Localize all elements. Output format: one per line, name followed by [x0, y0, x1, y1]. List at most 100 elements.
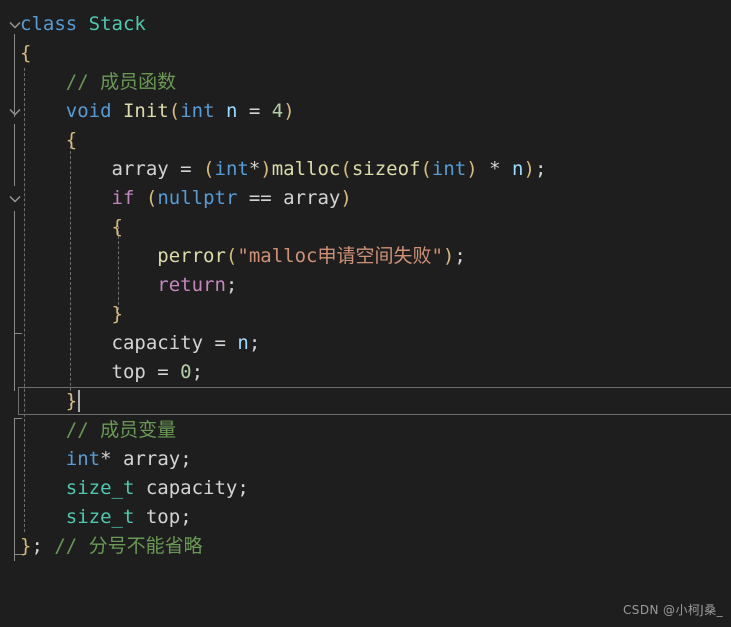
token-punc	[20, 390, 66, 412]
code-line[interactable]: array = (int*)malloc(sizeof(int) * n);	[0, 155, 731, 184]
token-punc: =	[203, 332, 238, 354]
token-kw: nullptr	[157, 187, 238, 209]
token-str: "malloc申请空间失败"	[237, 245, 443, 267]
token-punc	[20, 100, 66, 122]
token-punc	[20, 245, 157, 267]
token-punc	[20, 477, 66, 499]
token-punc	[134, 477, 145, 499]
code-line[interactable]: int* array;	[0, 445, 731, 474]
token-kw: class	[20, 13, 78, 35]
token-punc	[20, 506, 66, 528]
token-fn: sizeof	[351, 158, 421, 180]
token-punc: *	[100, 448, 112, 470]
code-line[interactable]: top = 0;	[0, 358, 731, 387]
code-line[interactable]: }	[0, 300, 731, 329]
token-brace: )	[523, 158, 535, 180]
code-line[interactable]: if (nullptr == array)	[0, 184, 731, 213]
token-type: Stack	[88, 13, 146, 35]
token-num: 0	[180, 361, 192, 383]
token-kw: int	[180, 100, 215, 122]
token-ctrl: return	[157, 274, 226, 296]
code-line-text: }; // 分号不能省略	[20, 532, 203, 561]
token-brace: (	[203, 158, 215, 180]
token-punc	[134, 506, 145, 528]
token-var: array	[123, 448, 181, 470]
token-punc	[112, 448, 123, 470]
token-brace: (	[145, 187, 158, 209]
code-line[interactable]: {	[0, 126, 731, 155]
code-line-text: size_t capacity;	[20, 474, 249, 503]
token-cmt: // 成员函数	[20, 71, 177, 93]
code-line-text: {	[20, 39, 31, 68]
token-punc: ;	[191, 361, 204, 383]
code-content[interactable]: class Stack{ // 成员函数 void Init(int n = 4…	[0, 10, 731, 561]
code-line[interactable]: return;	[0, 271, 731, 300]
token-fn: perror	[157, 245, 226, 267]
code-line[interactable]: perror("malloc申请空间失败");	[0, 242, 731, 271]
token-punc	[20, 332, 112, 354]
code-line[interactable]: class Stack	[0, 10, 731, 39]
code-line-text: perror("malloc申请空间失败");	[20, 242, 466, 271]
current-line-highlight	[18, 387, 731, 415]
token-punc: ;	[534, 158, 547, 180]
token-punc	[215, 100, 226, 122]
text-caret	[78, 390, 80, 412]
token-punc: ;	[454, 245, 466, 267]
code-line[interactable]: {	[0, 213, 731, 242]
token-brace: )	[340, 187, 352, 209]
token-param: n	[512, 158, 524, 180]
token-punc	[112, 100, 123, 122]
token-ctrl: if	[111, 187, 135, 209]
code-line-text: }	[20, 300, 123, 329]
token-var: top	[111, 361, 146, 383]
code-line[interactable]: }	[0, 387, 731, 416]
code-line[interactable]: {	[0, 39, 731, 68]
token-brace: )	[260, 158, 272, 180]
code-line[interactable]: // 成员函数	[0, 68, 731, 97]
code-line-text: capacity = n;	[20, 329, 261, 358]
code-line[interactable]: size_t capacity;	[0, 474, 731, 503]
token-punc	[20, 158, 112, 180]
token-brace: )	[442, 245, 455, 267]
code-line-text: class Stack	[20, 10, 146, 39]
code-line[interactable]: }; // 分号不能省略	[0, 532, 731, 561]
token-brace: )	[466, 158, 478, 180]
code-line-text: if (nullptr == array)	[20, 184, 352, 213]
code-line[interactable]: capacity = n;	[0, 329, 731, 358]
token-punc: =	[237, 100, 272, 122]
token-punc: ;	[180, 448, 192, 470]
token-punc	[20, 216, 112, 238]
code-line[interactable]: // 成员变量	[0, 416, 731, 445]
code-editor[interactable]: class Stack{ // 成员函数 void Init(int n = 4…	[0, 0, 731, 627]
token-var: capacity	[111, 332, 204, 354]
watermark: CSDN @小柯J桑_	[623, 603, 723, 617]
token-var: top	[145, 506, 181, 528]
code-line-text: void Init(int n = 4)	[20, 97, 295, 126]
code-line[interactable]: size_t top;	[0, 503, 731, 532]
token-brace: (	[168, 100, 181, 122]
token-punc: ;	[31, 535, 55, 557]
token-punc	[20, 303, 112, 325]
token-punc: *	[477, 158, 513, 180]
token-punc: ==	[237, 187, 284, 209]
code-line-text: // 成员函数	[20, 68, 176, 97]
token-punc	[20, 187, 112, 209]
token-brace: {	[65, 129, 78, 151]
code-line[interactable]: void Init(int n = 4)	[0, 97, 731, 126]
token-var: array	[283, 187, 341, 209]
token-punc	[20, 448, 66, 470]
token-brace: )	[283, 100, 295, 122]
token-punc: ;	[225, 274, 238, 296]
token-var: capacity	[145, 477, 238, 499]
token-punc: ;	[180, 506, 192, 528]
token-type: size_t	[65, 477, 135, 499]
token-kw: int	[214, 158, 249, 180]
token-fn: Init	[122, 100, 169, 122]
token-brace: (	[420, 158, 432, 180]
token-type: size_t	[65, 506, 135, 528]
token-cmt: // 分号不能省略	[54, 535, 203, 557]
token-kw: void	[65, 100, 112, 122]
token-punc: =	[168, 158, 204, 180]
token-brace: (	[225, 245, 238, 267]
token-brace: }	[20, 535, 32, 557]
